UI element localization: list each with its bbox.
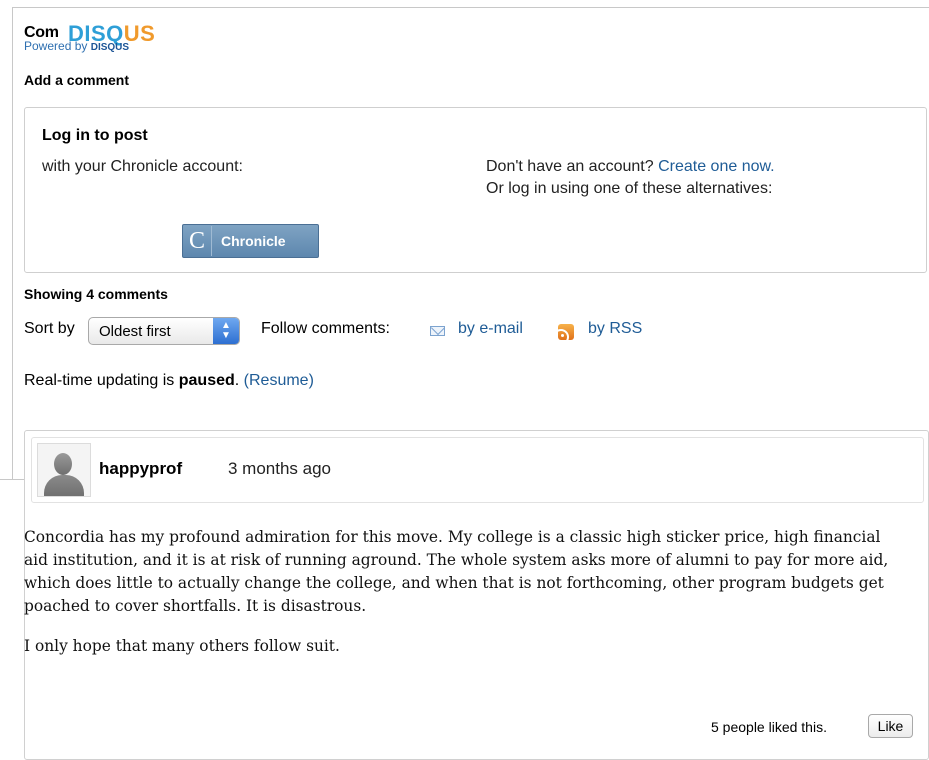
- comment-author[interactable]: happyprof: [99, 459, 182, 479]
- no-account-line: Don't have an account? Create one now.: [486, 158, 775, 176]
- comment-body: Concordia has my profound admiration for…: [24, 526, 904, 675]
- avatar-head-shape: [54, 453, 72, 475]
- create-account-link[interactable]: Create one now.: [658, 158, 775, 175]
- follow-label: Follow comments:: [261, 320, 390, 337]
- frame-top-border: [13, 7, 929, 8]
- select-arrows-icon: ▲ ▼: [213, 318, 239, 344]
- realtime-suffix: .: [234, 372, 240, 389]
- powered-by-brand: DISQUS: [90, 42, 130, 53]
- realtime-prefix: Real-time updating is: [24, 372, 175, 389]
- follow-rss-link[interactable]: by RSS: [588, 320, 642, 338]
- rss-icon[interactable]: [558, 324, 574, 340]
- chronicle-login-button[interactable]: C Chronicle: [182, 224, 319, 258]
- sort-select[interactable]: Oldest first ▲ ▼: [88, 317, 240, 345]
- like-button[interactable]: Like: [868, 714, 913, 738]
- realtime-status: Real-time updating is paused. (Resume): [24, 372, 314, 390]
- avatar-body-shape: [44, 475, 84, 496]
- chronicle-button-label: Chronicle: [221, 233, 286, 249]
- frame-left-border: [12, 7, 13, 480]
- resume-link[interactable]: (Resume): [244, 372, 314, 389]
- comment-header: happyprof 3 months ago: [31, 437, 924, 503]
- likes-count: 5 people liked this.: [711, 719, 827, 735]
- login-title: Log in to post: [42, 127, 148, 144]
- chronicle-logo-icon: C: [183, 226, 212, 256]
- powered-by-text: Powered by: [24, 39, 88, 53]
- comment-time: 3 months ago: [228, 459, 332, 478]
- powered-by-link[interactable]: Powered by DISQUS: [24, 39, 129, 53]
- follow-email-link[interactable]: by e-mail: [458, 320, 523, 338]
- mail-icon[interactable]: [430, 326, 445, 336]
- no-account-text: Don't have an account?: [486, 158, 654, 175]
- comment-paragraph: I only hope that many others follow suit…: [24, 637, 340, 655]
- login-panel: Log in to post with your Chronicle accou…: [24, 107, 927, 273]
- comment-count: Showing 4 comments: [24, 286, 168, 302]
- comment-paragraph: Concordia has my profound admiration for…: [24, 528, 889, 615]
- realtime-state: paused: [178, 372, 235, 389]
- avatar[interactable]: [37, 443, 91, 497]
- alternatives-text: Or log in using one of these alternative…: [486, 180, 773, 197]
- sort-selected-value: Oldest first: [99, 322, 171, 340]
- login-subtitle: with your Chronicle account:: [42, 158, 243, 175]
- sort-label: Sort by: [24, 320, 75, 337]
- add-comment-heading: Add a comment: [24, 72, 130, 88]
